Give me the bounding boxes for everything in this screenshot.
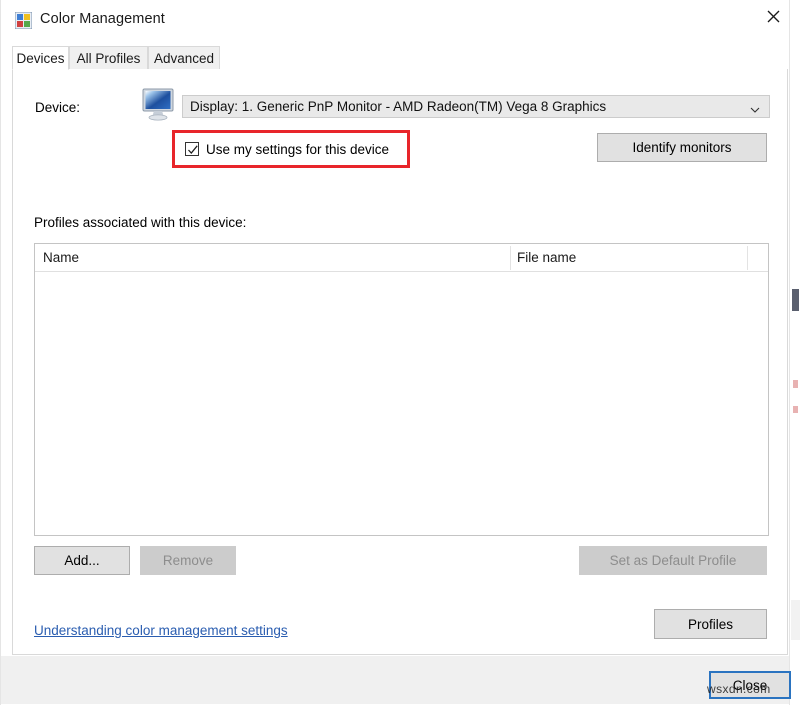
add-profile-button[interactable]: Add... [34, 546, 130, 575]
tab-strip: Devices All Profiles Advanced [12, 46, 788, 70]
column-header-file-name[interactable]: File name [517, 250, 576, 265]
profiles-list[interactable]: Name File name [34, 243, 769, 536]
understanding-color-management-link[interactable]: Understanding color management settings [34, 623, 288, 638]
profiles-button[interactable]: Profiles [654, 609, 767, 639]
close-button[interactable]: Close [709, 671, 791, 699]
remove-profile-button: Remove [140, 546, 236, 575]
background-artifact [791, 600, 800, 640]
close-icon[interactable] [750, 0, 796, 32]
window-title: Color Management [40, 11, 165, 27]
title-bar: Color Management [1, 0, 789, 40]
column-divider[interactable] [747, 246, 748, 270]
dialog-footer [1, 656, 789, 704]
window-border-right [789, 0, 790, 705]
set-as-default-profile-button: Set as Default Profile [579, 546, 767, 575]
tab-advanced[interactable]: Advanced [148, 46, 220, 70]
device-label: Device: [35, 100, 80, 115]
monitor-icon [140, 88, 178, 121]
tab-advanced-label: Advanced [154, 51, 214, 66]
background-artifact [792, 289, 799, 311]
chevron-down-icon [750, 103, 760, 113]
checkmark-icon [187, 144, 199, 156]
window-border-left [0, 0, 1, 705]
column-header-name[interactable]: Name [43, 250, 79, 265]
tab-devices-label: Devices [16, 51, 64, 66]
tab-all-profiles-label: All Profiles [77, 51, 141, 66]
device-dropdown[interactable]: Display: 1. Generic PnP Monitor - AMD Ra… [182, 95, 770, 118]
color-management-icon [15, 12, 32, 29]
use-my-settings-checkbox-row[interactable]: Use my settings for this device [185, 139, 389, 159]
use-my-settings-checkbox[interactable] [185, 142, 199, 156]
background-artifact [793, 380, 798, 388]
use-my-settings-label: Use my settings for this device [206, 142, 389, 157]
background-artifact [793, 406, 798, 413]
tab-devices[interactable]: Devices [12, 46, 69, 70]
identify-monitors-button[interactable]: Identify monitors [597, 133, 767, 162]
device-dropdown-value: Display: 1. Generic PnP Monitor - AMD Ra… [190, 99, 606, 114]
column-divider[interactable] [510, 246, 511, 270]
color-management-dialog: Color Management Devices All Profiles Ad… [0, 0, 800, 705]
tab-all-profiles[interactable]: All Profiles [69, 46, 148, 70]
profiles-section-label: Profiles associated with this device: [34, 215, 246, 230]
profiles-list-header: Name File name [35, 244, 768, 272]
